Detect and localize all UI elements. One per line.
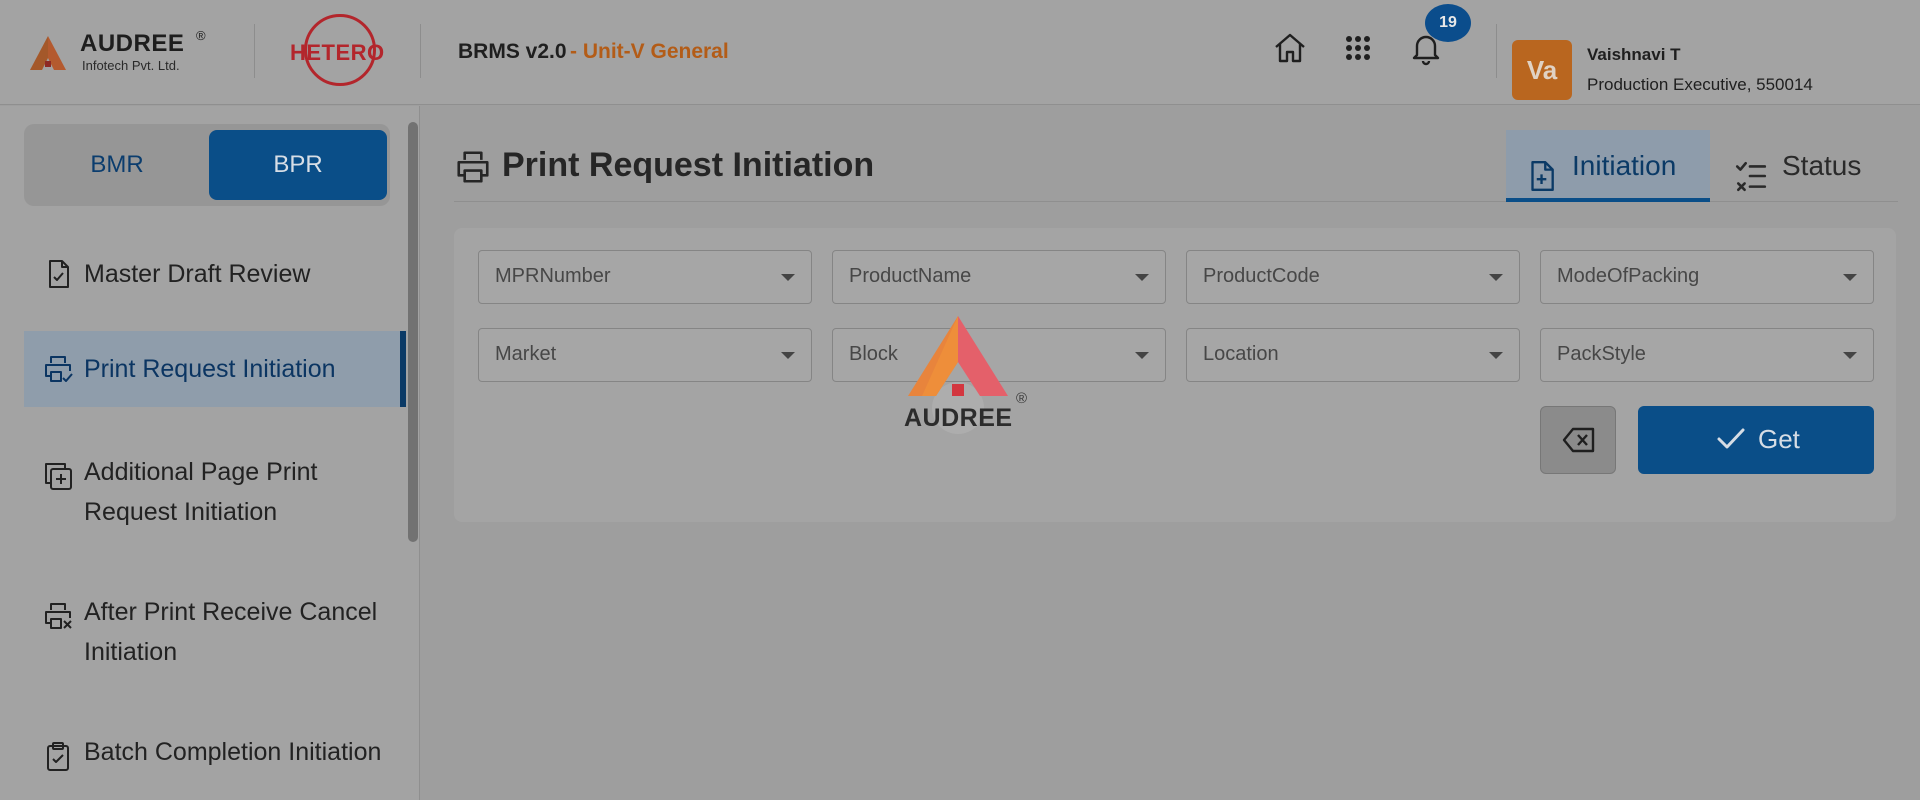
caret-down-icon xyxy=(1489,274,1503,281)
sidebar-item-label: Print Request Initiation xyxy=(84,355,336,383)
toggle-bpr[interactable]: BPR xyxy=(209,130,387,200)
backspace-icon xyxy=(1562,427,1595,453)
home-icon[interactable] xyxy=(1272,30,1308,66)
audree-subtitle: Infotech Pvt. Ltd. xyxy=(82,58,180,73)
check-icon xyxy=(1717,428,1745,449)
caret-down-icon xyxy=(1843,352,1857,359)
audree-logo-mark-icon xyxy=(30,36,66,70)
top-header: AUDREE ® Infotech Pvt. Ltd. HETERO BRMS … xyxy=(0,0,1920,105)
product-name-dropdown[interactable]: ProductName xyxy=(832,250,1166,304)
sidebar-item-after-print-receive-cancel[interactable]: After Print Receive Cancel Initiation xyxy=(24,586,406,676)
dropdown-placeholder: ModeOfPacking xyxy=(1557,265,1700,287)
product-code-dropdown[interactable]: ProductCode xyxy=(1186,250,1520,304)
tab-label: Status xyxy=(1782,150,1862,181)
hetero-logo-text: HETERO xyxy=(290,40,385,65)
sidebar-scrollbar[interactable] xyxy=(408,122,418,542)
dropdown-placeholder: ProductName xyxy=(849,265,972,287)
avatar[interactable]: Va xyxy=(1512,40,1572,100)
sidebar-item-print-request-initiation[interactable]: Print Request Initiation xyxy=(24,331,406,407)
user-role: Production Executive, 550014 xyxy=(1587,75,1813,94)
hetero-logo: HETERO xyxy=(288,14,384,90)
mode-of-packing-dropdown[interactable]: ModeOfPacking xyxy=(1540,250,1874,304)
caret-down-icon xyxy=(781,352,795,359)
user-name[interactable]: Vaishnavi T xyxy=(1587,45,1681,65)
sidebar-item-batch-completion-initiation[interactable]: Batch Completion Initiation xyxy=(24,726,406,800)
sidebar-item-label: Batch Completion Initiation xyxy=(84,738,382,766)
printer-x-icon xyxy=(42,600,74,632)
caret-down-icon xyxy=(1135,274,1149,281)
tab-status[interactable]: Status xyxy=(1726,130,1896,202)
header-divider xyxy=(254,24,255,78)
list-check-icon xyxy=(1734,148,1768,192)
audree-reg: ® xyxy=(196,28,206,43)
pack-style-dropdown[interactable]: PackStyle xyxy=(1540,328,1874,382)
get-button[interactable]: Get xyxy=(1638,406,1874,474)
get-button-label: Get xyxy=(1758,424,1800,454)
location-dropdown[interactable]: Location xyxy=(1186,328,1520,382)
dropdown-placeholder: Location xyxy=(1203,343,1279,365)
notification-badge[interactable]: 19 xyxy=(1425,4,1471,42)
sidebar-item-label: After Print Receive Cancel Initiation xyxy=(84,598,378,666)
caret-down-icon xyxy=(1489,352,1503,359)
loading-spinner: AUDREE ® xyxy=(900,316,1036,440)
sidebar-item-label: Master Draft Review xyxy=(84,260,311,288)
dropdown-placeholder: Market xyxy=(495,343,557,365)
dropdown-placeholder: Block xyxy=(849,343,898,365)
app-title: BRMS v2.0 xyxy=(458,40,567,63)
dropdown-placeholder: PackStyle xyxy=(1557,343,1646,365)
toggle-bmr[interactable]: BMR xyxy=(28,130,206,200)
printer-check-icon xyxy=(42,353,74,385)
dropdown-placeholder: MPRNumber xyxy=(495,265,611,287)
caret-down-icon xyxy=(1843,274,1857,281)
sidebar-item-master-draft-review[interactable]: Master Draft Review xyxy=(24,242,406,306)
tab-label: Initiation xyxy=(1572,150,1677,181)
header-divider xyxy=(420,24,421,78)
clipboard-check-icon xyxy=(42,740,74,772)
file-plus-icon xyxy=(1524,148,1558,191)
sidebar-item-additional-page-print[interactable]: Additional Page Print Request Initiation xyxy=(24,446,406,536)
loader-text: AUDREE xyxy=(904,404,1013,432)
market-dropdown[interactable]: Market xyxy=(478,328,812,382)
file-check-icon xyxy=(42,258,74,290)
header-divider xyxy=(1496,24,1497,78)
mpr-number-dropdown[interactable]: MPRNumber xyxy=(478,250,812,304)
audree-name: AUDREE xyxy=(80,30,185,57)
sidebar-item-label: Additional Page Print Request Initiation xyxy=(84,458,318,526)
printer-icon xyxy=(454,148,492,186)
loader-reg: ® xyxy=(1016,390,1028,407)
app-unit: - Unit-V General xyxy=(570,40,729,63)
apps-grid-icon[interactable] xyxy=(1340,30,1376,66)
tab-initiation[interactable]: Initiation xyxy=(1506,130,1710,202)
sidebar: BMR BPR Master Draft Review Print Reques… xyxy=(0,106,420,800)
copy-plus-icon xyxy=(42,460,74,492)
audree-logo: AUDREE ® Infotech Pvt. Ltd. xyxy=(28,28,218,78)
page-title: Print Request Initiation xyxy=(502,146,875,184)
bmr-bpr-toggle: BMR BPR xyxy=(24,124,390,206)
clear-button[interactable] xyxy=(1540,406,1616,474)
caret-down-icon xyxy=(781,274,795,281)
caret-down-icon xyxy=(1135,352,1149,359)
dropdown-placeholder: ProductCode xyxy=(1203,265,1320,287)
